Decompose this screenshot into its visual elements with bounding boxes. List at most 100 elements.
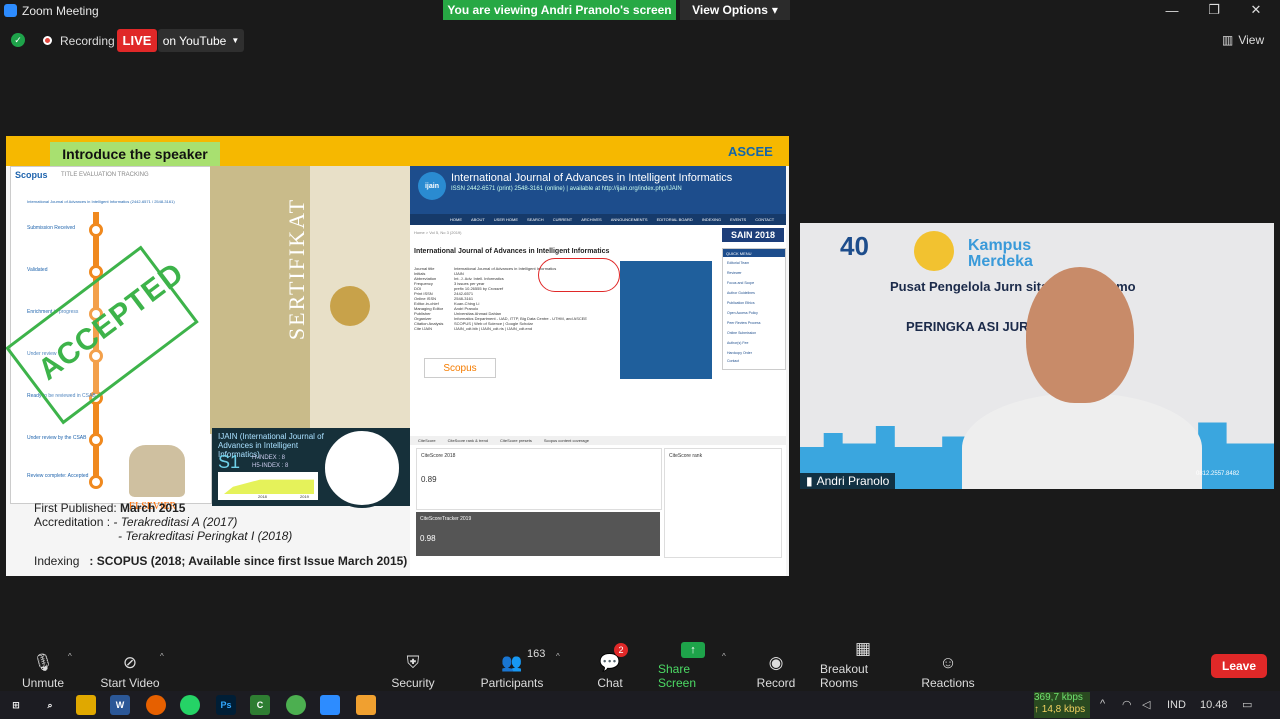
notifications-icon[interactable]: ▭ bbox=[1242, 698, 1252, 711]
tray-chevron-icon[interactable]: ^ bbox=[1100, 698, 1105, 710]
view-options-button[interactable]: View Options ▾ bbox=[680, 0, 790, 20]
video-options-caret[interactable]: ^ bbox=[160, 652, 164, 661]
participants-icon: 👥 bbox=[501, 653, 523, 672]
record-label: Record bbox=[756, 676, 796, 690]
h-index: H-INDEX : 8 bbox=[252, 455, 286, 461]
citescore-rank-box: CiteScore rank bbox=[664, 448, 782, 558]
chrome-icon[interactable] bbox=[286, 695, 306, 715]
site-breadcrumb: Home > Vol 5, No 3 (2019) bbox=[414, 230, 462, 235]
speaker-video[interactable]: 40 Kampus Merdeka Pusat Pengelola Jurn s… bbox=[800, 223, 1274, 489]
participants-options-caret[interactable]: ^ bbox=[556, 652, 560, 661]
clock[interactable]: 10.48 bbox=[1200, 699, 1228, 711]
annotation-oval bbox=[538, 258, 620, 292]
elsevier-tree-icon bbox=[129, 445, 185, 497]
scopus-title: Scopus bbox=[15, 170, 48, 180]
signal-icon: ▮ bbox=[806, 474, 813, 488]
nav-item: ABOUT bbox=[471, 217, 485, 222]
timeline-node bbox=[89, 475, 103, 489]
meta-row: Cite IJAIN IJAIN_cdt.bib | IJAIN_cdt.ris … bbox=[414, 326, 533, 331]
site-header: ijain International Journal of Advances … bbox=[410, 166, 786, 221]
leave-button[interactable]: Leave bbox=[1211, 654, 1267, 678]
download-speed: 369,7 kbps bbox=[1034, 692, 1083, 703]
encryption-shield-icon[interactable]: ✓ bbox=[11, 33, 25, 47]
security-button[interactable]: ⛨ Security bbox=[390, 642, 436, 690]
language-indicator[interactable]: IND bbox=[1167, 699, 1186, 711]
quick-menu-item: Editorial Team bbox=[727, 261, 750, 265]
citescore-tracker-box: CiteScoreTracker 2019 0.98 bbox=[416, 512, 660, 556]
first-published-value: March 2015 bbox=[120, 501, 186, 515]
speaker-head bbox=[1026, 267, 1134, 403]
timeline-label: Submission Received bbox=[27, 225, 76, 231]
photoshop-icon[interactable]: Ps bbox=[216, 695, 236, 715]
unmute-button[interactable]: 🎙 Unmute bbox=[18, 642, 68, 690]
restore-button[interactable]: ❐ bbox=[1194, 0, 1234, 20]
scopus-logo: Scopus bbox=[424, 358, 496, 378]
nav-item: INDEXING bbox=[701, 217, 722, 222]
nav-item: SEARCH bbox=[527, 217, 544, 222]
youtube-stream-button[interactable]: on YouTube ▼ bbox=[158, 29, 244, 52]
zoom-taskbar-icon[interactable] bbox=[320, 695, 340, 715]
share-screen-button[interactable]: ↑ Share Screen bbox=[658, 642, 728, 690]
camtasia-icon[interactable]: C bbox=[250, 695, 270, 715]
live-badge[interactable]: LIVE bbox=[117, 29, 157, 52]
quick-menu-item: Author Guidelines bbox=[727, 291, 755, 295]
audio-options-caret[interactable]: ^ bbox=[68, 652, 72, 661]
citescore-tab: CiteScore rank & trend bbox=[447, 438, 489, 443]
h-index-block: H-INDEX : 8 H5-INDEX : 8 bbox=[252, 454, 288, 470]
sinta-mini-chart: 2018 2019 bbox=[218, 472, 318, 500]
journal-cover-image bbox=[620, 261, 712, 379]
view-button[interactable]: ▥ View bbox=[1222, 31, 1272, 49]
quick-menu-item: Publication Ethics bbox=[727, 301, 755, 305]
file-explorer-icon[interactable] bbox=[76, 695, 96, 715]
breakout-rooms-icon: ▦ bbox=[854, 639, 872, 658]
speaker-name: Andri Pranolo bbox=[816, 474, 890, 488]
chart-tick-label: 2018 bbox=[258, 494, 267, 499]
start-video-button[interactable]: ⊘ Start Video bbox=[100, 642, 160, 690]
recording-label[interactable]: Recording bbox=[60, 34, 115, 48]
word-icon[interactable]: W bbox=[110, 695, 130, 715]
site-article-title: International Journal of Advances in Int… bbox=[414, 248, 610, 255]
quick-menu-item: Contact bbox=[727, 359, 740, 363]
timeline-label: Validated bbox=[27, 267, 48, 273]
breakout-rooms-button[interactable]: ▦ Breakout Rooms bbox=[820, 639, 906, 690]
nav-item: ANNOUNCEMENTS bbox=[610, 217, 648, 222]
citescore-tab: CiteScore bbox=[418, 438, 436, 443]
phone-number: 0812.2557.8482 bbox=[1196, 471, 1240, 477]
reactions-button[interactable]: ☺ Reactions bbox=[921, 642, 974, 690]
nav-item: EVENTS bbox=[730, 217, 747, 222]
scopus-tracking-panel: Scopus TITLE EVALUATION TRACKING Interna… bbox=[6, 166, 212, 512]
share-options-caret[interactable]: ^ bbox=[722, 652, 726, 661]
record-button[interactable]: ◉ Record bbox=[756, 642, 796, 690]
citescore-tabs: CiteScore CiteScore rank & trend CiteSco… bbox=[410, 436, 786, 445]
nav-item: EDITORIAL BOARD bbox=[656, 217, 693, 222]
timeline-node bbox=[89, 433, 103, 447]
timeline-node bbox=[89, 223, 103, 237]
view-label: View bbox=[1238, 33, 1265, 47]
shared-screen: Introduce the speaker ASCEE Scopus TITLE… bbox=[6, 136, 789, 576]
nav-item: HOME bbox=[450, 217, 462, 222]
firefox-icon[interactable] bbox=[146, 695, 166, 715]
speaker-body bbox=[962, 393, 1202, 489]
accreditation-1: - Terakreditasi A (2017) bbox=[113, 515, 238, 529]
viewing-screen-banner: You are viewing Andri Pranolo's screen bbox=[443, 0, 676, 20]
wifi-icon[interactable]: ◠ bbox=[1122, 698, 1132, 711]
quick-menu-title: QUICK MENU bbox=[723, 249, 785, 257]
search-icon[interactable]: ⌕ bbox=[40, 695, 60, 715]
media-player-icon[interactable] bbox=[356, 695, 376, 715]
quick-menu-item: Hardcopy Order bbox=[727, 351, 752, 355]
nav-item: USER HOME bbox=[493, 217, 519, 222]
citescore-value: 0.89 bbox=[421, 475, 437, 484]
security-label: Security bbox=[391, 676, 435, 690]
reactions-icon: ☺ bbox=[939, 653, 957, 672]
windows-start-icon[interactable]: ⊞ bbox=[6, 695, 26, 715]
record-icon: ◉ bbox=[768, 653, 784, 672]
whatsapp-icon[interactable] bbox=[180, 695, 200, 715]
volume-icon[interactable]: ◁ bbox=[1142, 698, 1150, 711]
mic-muted-icon: 🎙 bbox=[32, 653, 54, 672]
slide-intro-heading: Introduce the speaker bbox=[50, 142, 220, 166]
citescore-tracker-value: 0.98 bbox=[420, 534, 436, 543]
share-screen-icon: ↑ bbox=[681, 642, 705, 658]
view-options-label: View Options bbox=[692, 3, 768, 17]
minimize-button[interactable]: — bbox=[1152, 0, 1192, 20]
close-button[interactable]: ✕ bbox=[1236, 0, 1276, 20]
